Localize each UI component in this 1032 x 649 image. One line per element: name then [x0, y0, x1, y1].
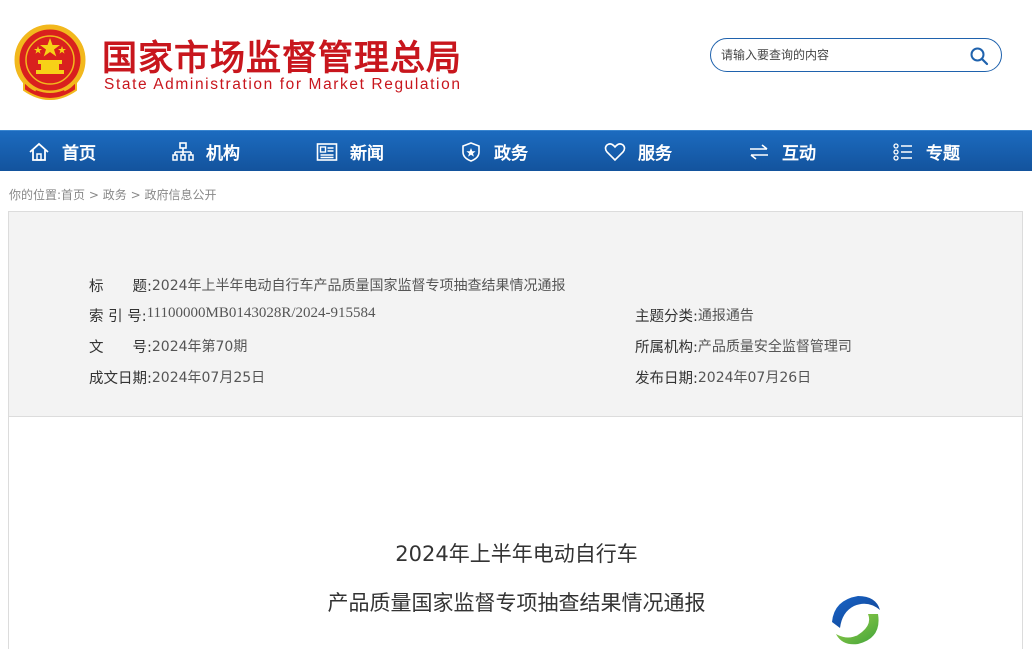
- nav-label: 政务: [494, 144, 528, 164]
- national-emblem-icon[interactable]: [14, 24, 86, 100]
- doc-no-label: 文 号:: [89, 340, 152, 356]
- nav-label: 互动: [782, 144, 816, 164]
- info-row-org: 所属机构: 产品质量安全监督管理司: [635, 336, 852, 357]
- org-label: 所属机构:: [635, 340, 698, 356]
- title-value: 2024年上半年电动自行车产品质量国家监督专项抽查结果情况通报: [151, 278, 566, 294]
- category-value: 通报通告: [697, 308, 754, 324]
- org-value: 产品质量安全监督管理司: [697, 339, 852, 355]
- index-value: 11100000MB0143028R/2024-915584: [146, 305, 376, 321]
- published-value: 2024年07月26日: [697, 370, 812, 386]
- category-label: 主题分类:: [635, 309, 698, 325]
- search-box: [710, 38, 1002, 72]
- breadcrumb-separator: >: [85, 188, 103, 202]
- nav-item-org[interactable]: 机构: [172, 131, 240, 172]
- created-value: 2024年07月25日: [151, 370, 266, 386]
- nav-item-topics[interactable]: 专题: [892, 131, 960, 172]
- title-label: 标 题:: [89, 279, 152, 295]
- breadcrumb: 你的位置:首页 > 政务 > 政府信息公开: [9, 186, 216, 203]
- breadcrumb-separator: >: [126, 188, 145, 202]
- published-label: 发布日期:: [635, 371, 698, 387]
- nav-label: 首页: [62, 144, 96, 164]
- org-chart-icon: [172, 141, 194, 161]
- nav-label: 服务: [638, 144, 672, 164]
- info-row-published: 发布日期: 2024年07月26日: [635, 367, 811, 388]
- breadcrumb-prefix: 你的位置:: [9, 188, 62, 202]
- nav-item-affairs[interactable]: 政务: [460, 131, 528, 172]
- breadcrumb-link-affairs[interactable]: 政务: [103, 188, 127, 202]
- news-icon: [316, 142, 338, 161]
- info-row-category: 主题分类: 通报通告: [635, 305, 754, 326]
- site-header: 国家市场监督管理总局 State Administration for Mark…: [0, 0, 1032, 130]
- article-title-line1: 2024年上半年电动自行车: [395, 542, 638, 566]
- nav-item-service[interactable]: 服务: [604, 131, 672, 172]
- document-info-box: 标 题: 2024年上半年电动自行车产品质量国家监督专项抽查结果情况通报 索 引…: [8, 211, 1023, 417]
- nav-label: 专题: [926, 144, 960, 164]
- site-title-cn[interactable]: 国家市场监督管理总局: [102, 30, 462, 81]
- doc-no-value: 2024年第70期: [151, 339, 248, 355]
- home-icon: [29, 142, 49, 161]
- info-row-title: 标 题: 2024年上半年电动自行车产品质量国家监督专项抽查结果情况通报: [89, 275, 566, 296]
- floating-logo-icon[interactable]: [828, 592, 882, 646]
- breadcrumb-link-info[interactable]: 政府信息公开: [144, 188, 216, 202]
- main-nav: 首页 机构 新闻 政务 服务 互动 专题: [0, 130, 1032, 171]
- info-row-docno: 文 号: 2024年第70期: [89, 336, 247, 357]
- nav-item-interact[interactable]: 互动: [748, 131, 816, 172]
- nav-label: 机构: [206, 144, 240, 164]
- search-icon[interactable]: [969, 46, 989, 66]
- list-icon: [893, 142, 912, 161]
- site-title-en[interactable]: State Administration for Market Regulati…: [104, 76, 462, 94]
- nav-item-home[interactable]: 首页: [28, 131, 96, 172]
- index-label: 索 引 号:: [89, 309, 147, 325]
- shield-icon: [462, 141, 480, 162]
- search-input[interactable]: [721, 45, 961, 65]
- info-row-created: 成文日期: 2024年07月25日: [89, 367, 265, 388]
- exchange-arrows-icon: [750, 143, 768, 160]
- created-label: 成文日期:: [89, 371, 152, 387]
- nav-label: 新闻: [350, 144, 384, 164]
- heart-icon: [604, 142, 626, 161]
- nav-item-news[interactable]: 新闻: [316, 131, 384, 172]
- info-row-index: 索 引 号: 11100000MB0143028R/2024-915584: [89, 305, 376, 326]
- breadcrumb-link-home[interactable]: 首页: [61, 188, 85, 202]
